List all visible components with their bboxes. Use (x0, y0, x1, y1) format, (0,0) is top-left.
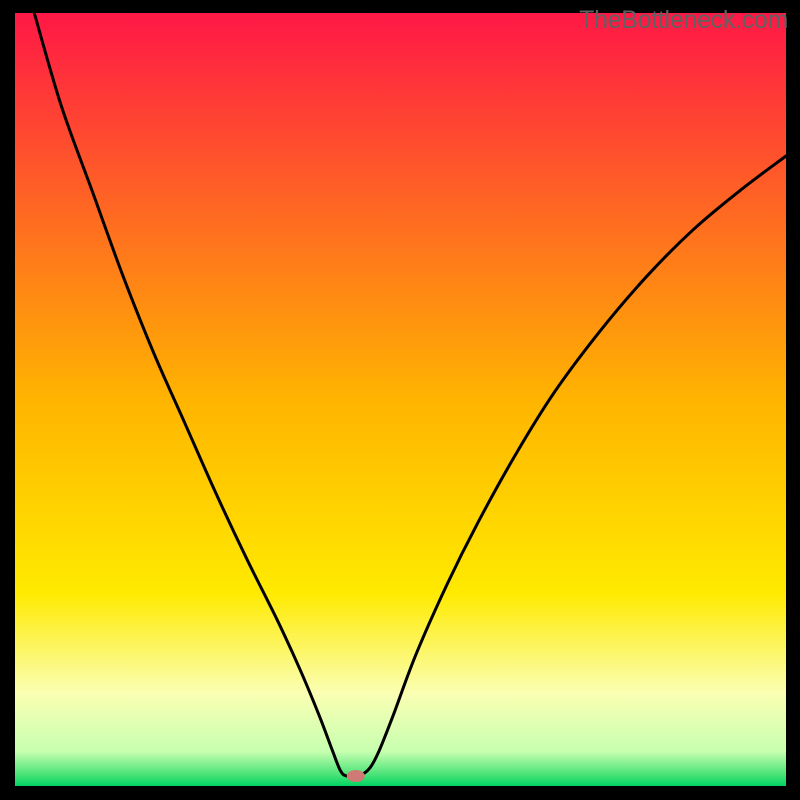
watermark-text: TheBottleneck.com (579, 6, 788, 35)
bottleneck-chart: TheBottleneck.com (0, 0, 800, 800)
optimum-marker (347, 770, 365, 782)
plot-background (15, 13, 786, 786)
chart-svg (0, 0, 800, 800)
